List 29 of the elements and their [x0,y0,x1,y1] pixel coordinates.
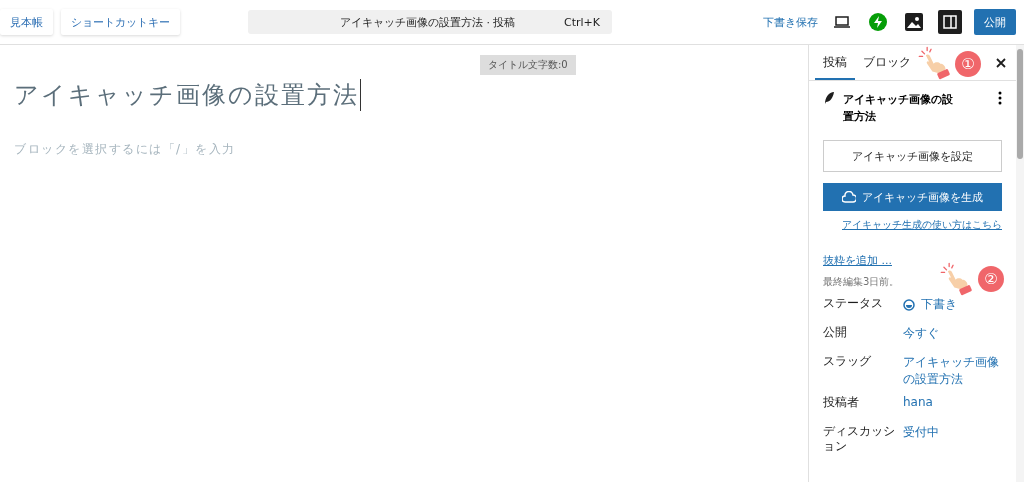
post-name: アイキャッチ画像の設置方法 [843,92,953,125]
set-featured-image-button[interactable]: アイキャッチ画像を設定 [823,140,1002,172]
command-palette[interactable]: アイキャッチ画像の設置方法 · 投稿 Ctrl+K [248,10,612,34]
field-label: 公開 [823,325,848,341]
toolbar-button[interactable]: ショートカットキー [61,9,180,35]
step-number-badge: ② [978,266,1004,292]
sidebar-tab[interactable]: 投稿 [815,45,855,80]
field-value[interactable]: 今すぐ [903,325,939,342]
field-label: ステータス [823,296,884,312]
add-excerpt-link[interactable]: 抜粋を追加 ... [823,253,892,268]
field-label: 投稿者 [823,395,860,411]
save-draft-link[interactable]: 下書き保存 [763,14,818,30]
field-value[interactable]: アイキャッチ画像の設置方法 [903,354,1002,388]
publish-button[interactable]: 公開 [974,9,1016,35]
post-title[interactable]: アイキャッチ画像の設置方法 [14,79,361,111]
field-label: スラッグ [823,354,872,370]
sidebar-tab[interactable]: ブロック [855,45,919,80]
document-title: アイキャッチ画像の設置方法 · 投稿 [340,14,516,30]
field-value[interactable]: 下書き [903,296,957,313]
shortcut-hint: Ctrl+K [564,15,600,29]
field-label: ディスカッション [823,424,896,454]
field-value[interactable]: 受付中 [903,424,939,441]
toolbar-button[interactable]: 見本帳 [0,9,53,35]
generate-image-button[interactable]: アイキャッチ画像を生成 [823,183,1002,211]
field-value[interactable]: hana [903,395,933,409]
help-link[interactable]: アイキャッチ生成の使い方はこちら [842,218,1002,232]
step-number-badge: ① [955,51,981,77]
title-counter: タイトル文字数:0 [480,55,576,75]
last-edited-text: 最終編集3日前。 [823,275,900,289]
